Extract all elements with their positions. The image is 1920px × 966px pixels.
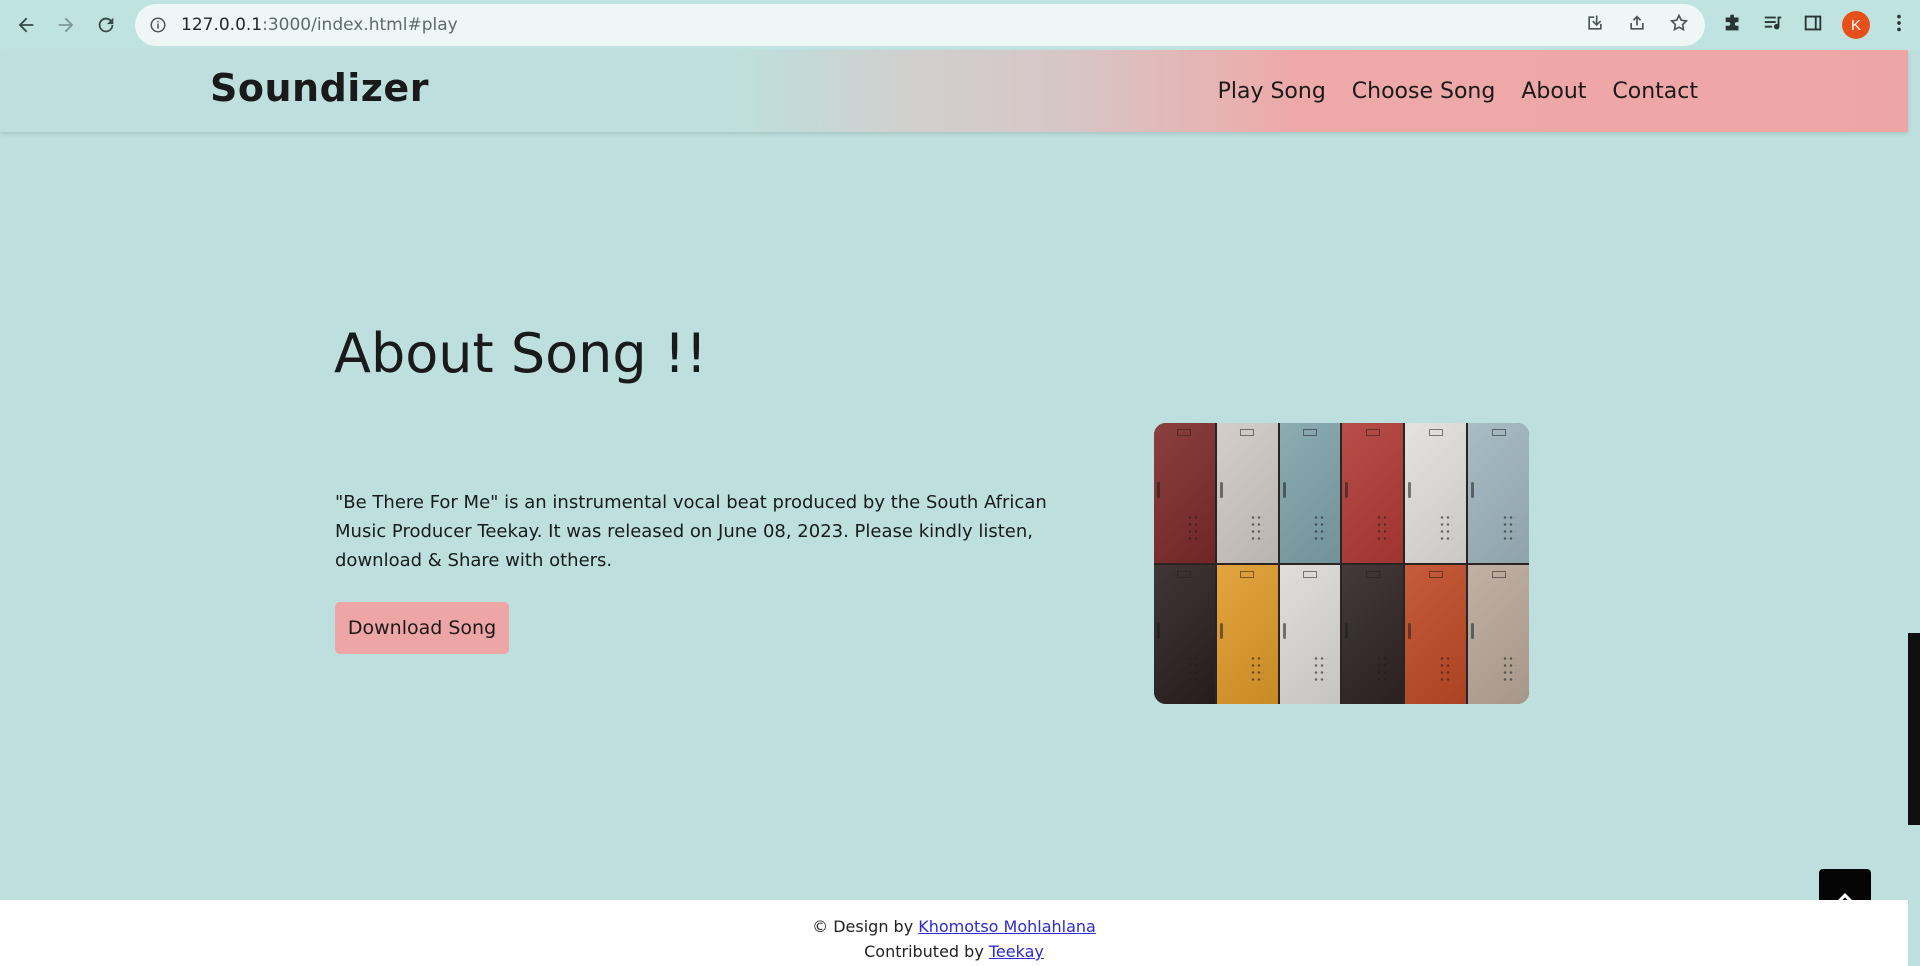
- locker-door: [1405, 423, 1467, 563]
- scrollbar-thumb[interactable]: [1908, 633, 1920, 825]
- extensions-icon[interactable]: [1722, 12, 1744, 38]
- url-text: 127.0.0.1:3000/index.html#play: [181, 15, 458, 35]
- back-icon[interactable]: [6, 5, 46, 45]
- site-info-icon[interactable]: [149, 16, 167, 34]
- reload-icon[interactable]: [86, 5, 126, 45]
- bookmark-star-icon[interactable]: [1669, 13, 1689, 37]
- media-controls-icon[interactable]: [1762, 12, 1784, 38]
- locker-door: [1405, 564, 1467, 704]
- lockers-image: [1154, 423, 1529, 704]
- browser-toolbar: 127.0.0.1:3000/index.html#play K: [0, 0, 1920, 50]
- contributor-link[interactable]: Teekay: [989, 942, 1044, 961]
- locker-door: [1216, 564, 1278, 704]
- locker-door: [1154, 564, 1215, 704]
- brand-logo[interactable]: Soundizer: [210, 66, 429, 110]
- about-song-title: About Song !!: [334, 322, 708, 385]
- address-bar[interactable]: 127.0.0.1:3000/index.html#play: [135, 4, 1705, 46]
- nav-play-song[interactable]: Play Song: [1218, 79, 1326, 104]
- design-credit: © Design by Khomotso Mohlahlana: [812, 917, 1096, 936]
- about-song-description: "Be There For Me" is an instrumental voc…: [335, 492, 1047, 571]
- locker-door: [1216, 423, 1278, 563]
- forward-icon[interactable]: [46, 5, 86, 45]
- locker-door: [1342, 564, 1404, 704]
- site-header: Soundizer Play Song Choose Song About Co…: [0, 50, 1908, 132]
- locker-door: [1279, 564, 1341, 704]
- download-song-button[interactable]: Download Song: [335, 602, 509, 654]
- main-nav: Play Song Choose Song About Contact: [1218, 50, 1698, 132]
- nav-contact[interactable]: Contact: [1612, 79, 1698, 104]
- side-panel-icon[interactable]: [1802, 12, 1824, 38]
- locker-door: [1279, 423, 1341, 563]
- locker-door: [1468, 564, 1529, 704]
- nav-about[interactable]: About: [1521, 79, 1586, 104]
- more-menu-icon[interactable]: [1888, 12, 1910, 38]
- nav-choose-song[interactable]: Choose Song: [1352, 79, 1496, 104]
- site-footer: © Design by Khomotso Mohlahlana Contribu…: [0, 900, 1908, 966]
- profile-avatar[interactable]: K: [1842, 11, 1870, 39]
- locker-door: [1468, 423, 1529, 563]
- contribution-credit: Contributed by Teekay: [864, 942, 1044, 961]
- share-icon[interactable]: [1627, 13, 1647, 37]
- locker-door: [1154, 423, 1215, 563]
- install-app-icon[interactable]: [1585, 13, 1605, 37]
- locker-door: [1342, 423, 1404, 563]
- designer-link[interactable]: Khomotso Mohlahlana: [918, 917, 1096, 936]
